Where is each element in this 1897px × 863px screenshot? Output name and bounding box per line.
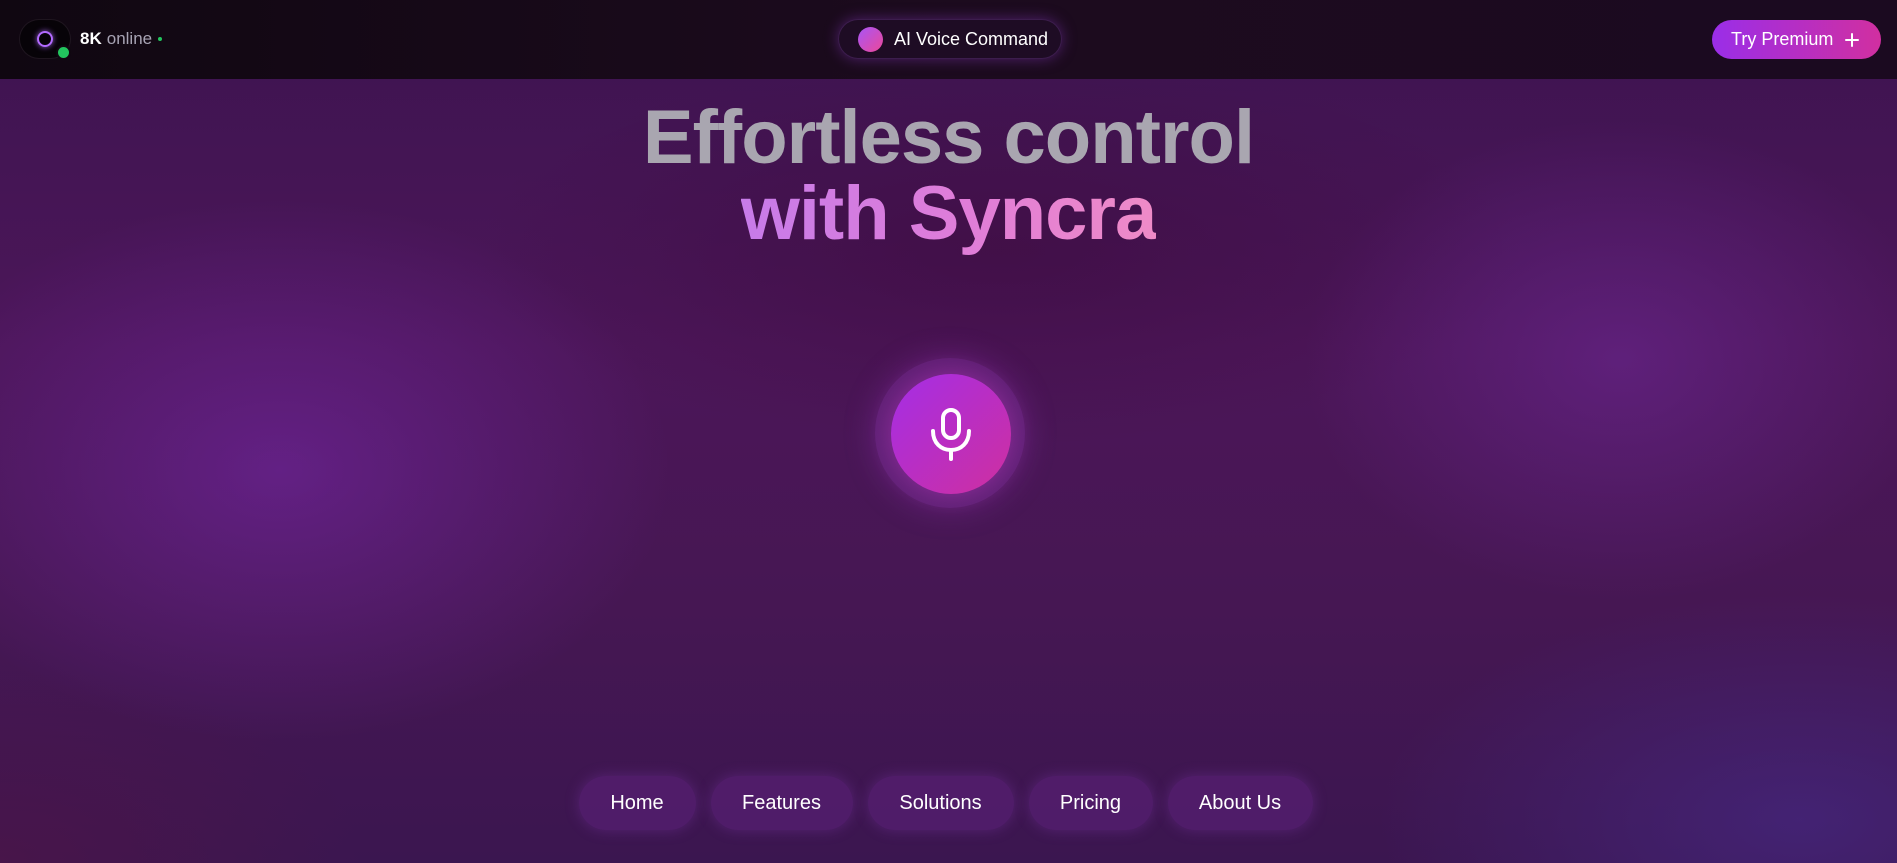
logo[interactable] <box>20 20 71 60</box>
bottom-nav: Home Features Solutions Pricing About Us <box>0 776 1897 830</box>
online-status-dot-icon <box>56 45 71 60</box>
microphone-icon <box>931 408 971 461</box>
ai-voice-command-label: AI Voice Command <box>894 28 1049 49</box>
brand-area: 8K online <box>20 20 163 60</box>
hero-title-line-2-wrapper: with Syncra <box>0 176 1897 252</box>
online-label: online <box>106 29 153 48</box>
ai-voice-command-pill[interactable]: AI Voice Command <box>838 19 1062 59</box>
nav-item-pricing[interactable]: Pricing <box>1028 776 1153 830</box>
hero-title: Effortless control with Syncra <box>0 100 1897 252</box>
online-dot-icon <box>158 37 163 41</box>
nav-item-home[interactable]: Home <box>578 776 696 830</box>
nav-item-features[interactable]: Features <box>710 776 853 830</box>
hero-title-line-2: with Syncra <box>740 171 1158 256</box>
voice-orb-icon <box>858 26 883 52</box>
microphone-button[interactable] <box>891 374 1011 494</box>
online-count: 8K <box>80 29 102 48</box>
nav-item-solutions[interactable]: Solutions <box>867 776 1014 830</box>
online-indicator: 8K online <box>80 29 163 49</box>
hero-title-line-1: Effortless control <box>642 95 1255 180</box>
try-premium-button[interactable]: Try Premium <box>1712 20 1881 59</box>
plus-icon <box>1845 33 1859 47</box>
nav-item-about-us[interactable]: About Us <box>1167 776 1313 830</box>
top-bar: 8K online AI Voice Command Try Premium <box>0 0 1897 79</box>
try-premium-label: Try Premium <box>1731 29 1834 49</box>
logo-ring-icon <box>37 31 53 47</box>
